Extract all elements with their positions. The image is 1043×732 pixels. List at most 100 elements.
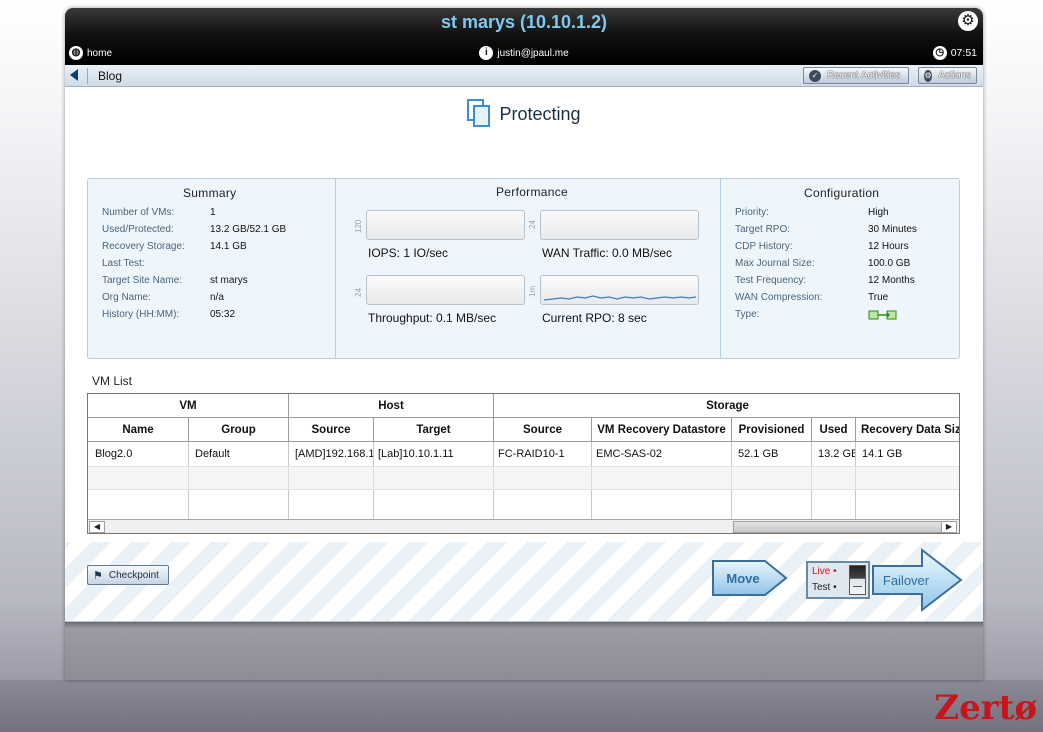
time-label: 07:51 — [950, 47, 977, 59]
settings-gear-icon[interactable]: ⚙ — [958, 11, 978, 31]
replication-type-icon — [868, 310, 897, 320]
config-value: 30 Minutes — [868, 224, 917, 235]
protecting-pages-icon — [467, 99, 491, 129]
iops-label: IOPS: 1 IO/sec — [368, 246, 449, 260]
wan-traffic-gauge — [540, 210, 699, 240]
recent-activities-button[interactable]: ✓ Recent Activities — [803, 67, 909, 84]
user-label: justin@jpaul.me — [497, 47, 569, 59]
clock-icon: ◷ — [932, 46, 947, 60]
zerto-logo: Zertø — [934, 688, 1037, 728]
empty-row — [88, 466, 959, 490]
info-icon: i — [479, 46, 494, 60]
summary-value: 1 — [210, 207, 216, 218]
config-value: 12 Hours — [868, 241, 909, 252]
config-value: True — [868, 292, 889, 303]
back-arrow-icon[interactable] — [70, 69, 78, 81]
column-header-host-source[interactable]: Source — [289, 418, 374, 442]
summary-title: Summary — [183, 186, 237, 200]
summary-label: Used/Protected: — [102, 224, 174, 235]
panel-divider — [720, 179, 721, 358]
column-header-group[interactable]: Group — [189, 418, 289, 442]
config-value: High — [868, 207, 889, 218]
breadcrumb: Blog — [98, 69, 123, 83]
move-button[interactable]: Move — [710, 556, 790, 600]
summary-value: st marys — [210, 275, 248, 286]
gauge-scale: 24 — [528, 220, 537, 229]
current-rpo-label: Current RPO: 8 sec — [542, 311, 647, 325]
column-header-used[interactable]: Used — [812, 418, 856, 442]
live-label: Live • — [812, 566, 837, 577]
config-value: 12 Months — [868, 275, 915, 286]
gauge-scale: 24 — [354, 288, 363, 297]
scroll-left-arrow-icon[interactable]: ◀ — [89, 521, 105, 533]
config-label: Test Frequency: — [735, 275, 807, 286]
throughput-gauge — [366, 275, 525, 305]
summary-label: Number of VMs: — [102, 207, 175, 218]
live-test-switch[interactable]: Live • Test • — [806, 561, 870, 599]
gauge-scale: 120 — [354, 219, 363, 233]
throughput-label: Throughput: 0.1 MB/sec — [368, 311, 497, 325]
checkmark-icon: ✓ — [809, 69, 821, 82]
iops-gauge — [366, 210, 525, 240]
wan-traffic-label: WAN Traffic: 0.0 MB/sec — [542, 246, 673, 260]
panel-divider — [335, 179, 336, 358]
action-footer: ⚑ Checkpoint Move Live • Test • Failover — [65, 542, 983, 622]
column-header-host-target[interactable]: Target — [374, 418, 494, 442]
bottom-band — [0, 680, 1043, 732]
failover-button[interactable]: Failover — [870, 547, 966, 613]
details-panel: Summary Number of VMs: 1 Used/Protected:… — [87, 178, 960, 359]
config-value: 100.0 GB — [868, 258, 911, 269]
status-header: Protecting — [65, 99, 983, 129]
column-header-provisioned[interactable]: Provisioned — [732, 418, 812, 442]
column-header-storage-source[interactable]: Source — [494, 418, 592, 442]
test-label: Test • — [812, 582, 837, 593]
summary-label: History (HH:MM): — [102, 309, 180, 320]
vm-table: VM Host Storage Name Group Source Target… — [87, 393, 960, 534]
summary-label: Recovery Storage: — [102, 241, 185, 252]
rpo-sparkline — [543, 295, 697, 301]
config-label: Target RPO: — [735, 224, 791, 235]
column-header-name[interactable]: Name — [88, 418, 189, 442]
actions-label: Actions — [938, 70, 971, 81]
scroll-thumb[interactable] — [733, 521, 943, 533]
summary-label: Last Test: — [102, 258, 145, 269]
config-label: Max Journal Size: — [735, 258, 815, 269]
summary-value: 14.1 GB — [210, 241, 247, 252]
checkpoint-button[interactable]: ⚑ Checkpoint — [87, 565, 169, 585]
gauge-scale: 1m — [528, 285, 537, 297]
summary-label: Target Site Name: — [102, 275, 183, 286]
app-window: st marys (10.10.1.2) ⚙ ◍ home i justin@j… — [65, 8, 983, 680]
config-label: CDP History: — [735, 241, 793, 252]
column-header-recovery-data-size[interactable]: Recovery Data Size — [856, 418, 959, 442]
gear-icon: ⚙ — [924, 69, 933, 82]
actions-button[interactable]: ⚙ Actions — [918, 67, 977, 84]
group-header-host: Host — [289, 394, 494, 418]
toggle-lever[interactable] — [849, 565, 866, 595]
checkpoint-label: Checkpoint — [108, 569, 159, 581]
main-content: Protecting Summary Number of VMs: 1 Used… — [65, 87, 983, 542]
config-label: Priority: — [735, 207, 769, 218]
window-title: st marys (10.10.1.2) — [440, 12, 608, 32]
vm-list-title: VM List — [92, 374, 133, 388]
group-header-vm: VM — [88, 394, 289, 418]
window-bottom-shade — [65, 622, 983, 680]
move-label: Move — [726, 571, 759, 586]
group-header-storage: Storage — [494, 394, 959, 418]
config-label: Type: — [735, 309, 760, 320]
column-header-recovery-datastore[interactable]: VM Recovery Datastore — [592, 418, 732, 442]
summary-value: 13.2 GB/52.1 GB — [210, 224, 287, 235]
user-info: i justin@jpaul.me — [65, 44, 983, 62]
status-text: Protecting — [499, 103, 581, 124]
clock: ◷ 07:51 — [932, 44, 977, 62]
failover-label: Failover — [883, 573, 930, 588]
summary-value: 05:32 — [210, 309, 236, 320]
config-label: WAN Compression: — [735, 292, 823, 303]
performance-title: Performance — [496, 185, 568, 199]
horizontal-scrollbar[interactable]: ◀ ▶ — [88, 519, 959, 533]
summary-label: Org Name: — [102, 292, 151, 303]
configuration-title: Configuration — [804, 186, 880, 200]
scroll-right-arrow-icon[interactable]: ▶ — [941, 521, 957, 533]
recent-activities-label: Recent Activities — [827, 70, 901, 81]
current-rpo-gauge — [540, 275, 699, 305]
flag-icon: ⚑ — [93, 569, 103, 582]
